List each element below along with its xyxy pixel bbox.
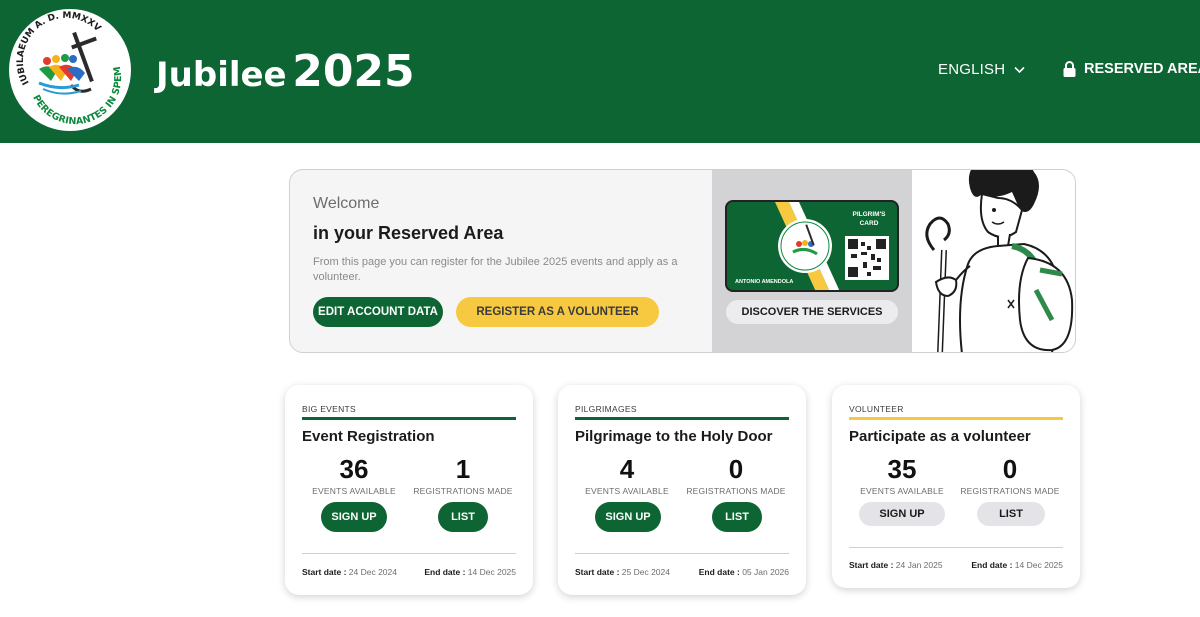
welcome-title: in your Reserved Area: [313, 223, 504, 243]
jubilee-logo-emblem: IUBILAEUM A. D. MMXXV PEREGRINANTES IN S…: [10, 10, 130, 130]
end-date: End date : 14 Dec 2025: [424, 567, 516, 577]
jubilee-logo[interactable]: IUBILAEUM A. D. MMXXV PEREGRINANTES IN S…: [9, 9, 131, 131]
events-available-label: EVENTS AVAILABLE: [860, 486, 944, 496]
card-title: Event Registration: [302, 428, 435, 445]
stat-events-available: 4 EVENTS AVAILABLE: [573, 454, 681, 496]
lock-icon: [1063, 61, 1076, 77]
sign-up-button[interactable]: SIGN UP: [321, 502, 387, 532]
events-available-label: EVENTS AVAILABLE: [312, 486, 396, 496]
card-category: VOLUNTEER: [849, 404, 904, 414]
site-title[interactable]: Jubilee 2025: [156, 44, 415, 109]
list-button[interactable]: LIST: [712, 502, 762, 532]
registrations-made-label: REGISTRATIONS MADE: [960, 486, 1060, 496]
start-date: Start date : 25 Dec 2024: [575, 567, 670, 577]
registrations-made-label: REGISTRATIONS MADE: [686, 486, 786, 496]
stat-registrations-made: 0 REGISTRATIONS MADE: [682, 454, 790, 496]
card-volunteer: VOLUNTEER Participate as a volunteer 35 …: [832, 385, 1080, 588]
sign-up-button[interactable]: SIGN UP: [859, 502, 945, 526]
card-category: PILGRIMAGES: [575, 404, 637, 414]
card-accent-rule: [302, 417, 516, 420]
reserved-area-label: RESERVED AREA: [1084, 61, 1200, 77]
pilgrim-card-holder: ANTONIO AMENDOLA: [733, 279, 796, 285]
registrations-made-count: 0: [1002, 454, 1018, 484]
sign-up-button[interactable]: SIGN UP: [595, 502, 661, 532]
pilgrim-illustration: [912, 170, 1075, 352]
pilgrim-card[interactable]: PILGRIM'S CARD ANTONIO AMENDOLA: [725, 200, 899, 292]
events-available-count: 36: [339, 454, 369, 484]
card-dates: Start date : 24 Dec 2024 End date : 14 D…: [302, 567, 516, 577]
site-title-word: Jubilee: [156, 55, 287, 95]
card-pilgrimages: PILGRIMAGES Pilgrimage to the Holy Door …: [558, 385, 806, 595]
welcome-description: From this page you can register for the …: [313, 256, 678, 283]
events-available-label: EVENTS AVAILABLE: [585, 486, 669, 496]
edit-account-button[interactable]: EDIT ACCOUNT DATA: [313, 297, 443, 327]
card-divider: [849, 547, 1063, 548]
events-available-count: 4: [619, 454, 635, 484]
list-button[interactable]: LIST: [438, 502, 488, 532]
pilgrim-card-label: PILGRIM'S CARD: [852, 211, 886, 227]
site-header: IUBILAEUM A. D. MMXXV PEREGRINANTES IN S…: [0, 0, 1200, 143]
stat-registrations-made: 0 REGISTRATIONS MADE: [956, 454, 1064, 496]
start-date: Start date : 24 Dec 2024: [302, 567, 397, 577]
end-date: End date : 14 Dec 2025: [971, 560, 1063, 570]
card-accent-rule: [575, 417, 789, 420]
card-title: Pilgrimage to the Holy Door: [575, 428, 773, 445]
list-button[interactable]: LIST: [977, 502, 1045, 526]
stat-events-available: 35 EVENTS AVAILABLE: [848, 454, 956, 496]
card-category: BIG EVENTS: [302, 404, 357, 414]
stat-registrations-made: 1 REGISTRATIONS MADE: [409, 454, 517, 496]
chevron-down-icon: [1014, 66, 1025, 73]
welcome-greeting: Welcome: [313, 195, 380, 212]
card-dates: Start date : 24 Jan 2025 End date : 14 D…: [849, 560, 1063, 570]
card-divider: [302, 553, 516, 554]
language-label: ENGLISH: [938, 61, 1006, 78]
events-available-count: 35: [887, 454, 917, 484]
pilgrim-drawing: [925, 170, 1074, 352]
card-divider: [575, 553, 789, 554]
start-date: Start date : 24 Jan 2025: [849, 560, 943, 570]
card-big-events: BIG EVENTS Event Registration 36 EVENTS …: [285, 385, 533, 595]
discover-services-button[interactable]: DISCOVER THE SERVICES: [726, 300, 898, 324]
reserved-area-link[interactable]: RESERVED AREA: [1062, 60, 1200, 78]
registrations-made-count: 0: [728, 454, 744, 484]
site-title-year: 2025: [292, 46, 415, 97]
register-volunteer-button[interactable]: REGISTER AS A VOLUNTEER: [456, 297, 659, 327]
language-selector[interactable]: ENGLISH: [938, 61, 1025, 78]
registrations-made-count: 1: [455, 454, 471, 484]
card-dates: Start date : 25 Dec 2024 End date : 05 J…: [575, 567, 789, 577]
welcome-text: Welcome in your Reserved Area From this …: [313, 195, 703, 285]
registrations-made-label: REGISTRATIONS MADE: [413, 486, 513, 496]
welcome-panel: Welcome in your Reserved Area From this …: [289, 169, 1076, 353]
card-title: Participate as a volunteer: [849, 428, 1031, 445]
card-accent-rule: [849, 417, 1063, 420]
end-date: End date : 05 Jan 2026: [698, 567, 789, 577]
pilgrim-card-area: PILGRIM'S CARD ANTONIO AMENDOLA DISCOVER…: [712, 170, 912, 352]
stat-events-available: 36 EVENTS AVAILABLE: [300, 454, 408, 496]
